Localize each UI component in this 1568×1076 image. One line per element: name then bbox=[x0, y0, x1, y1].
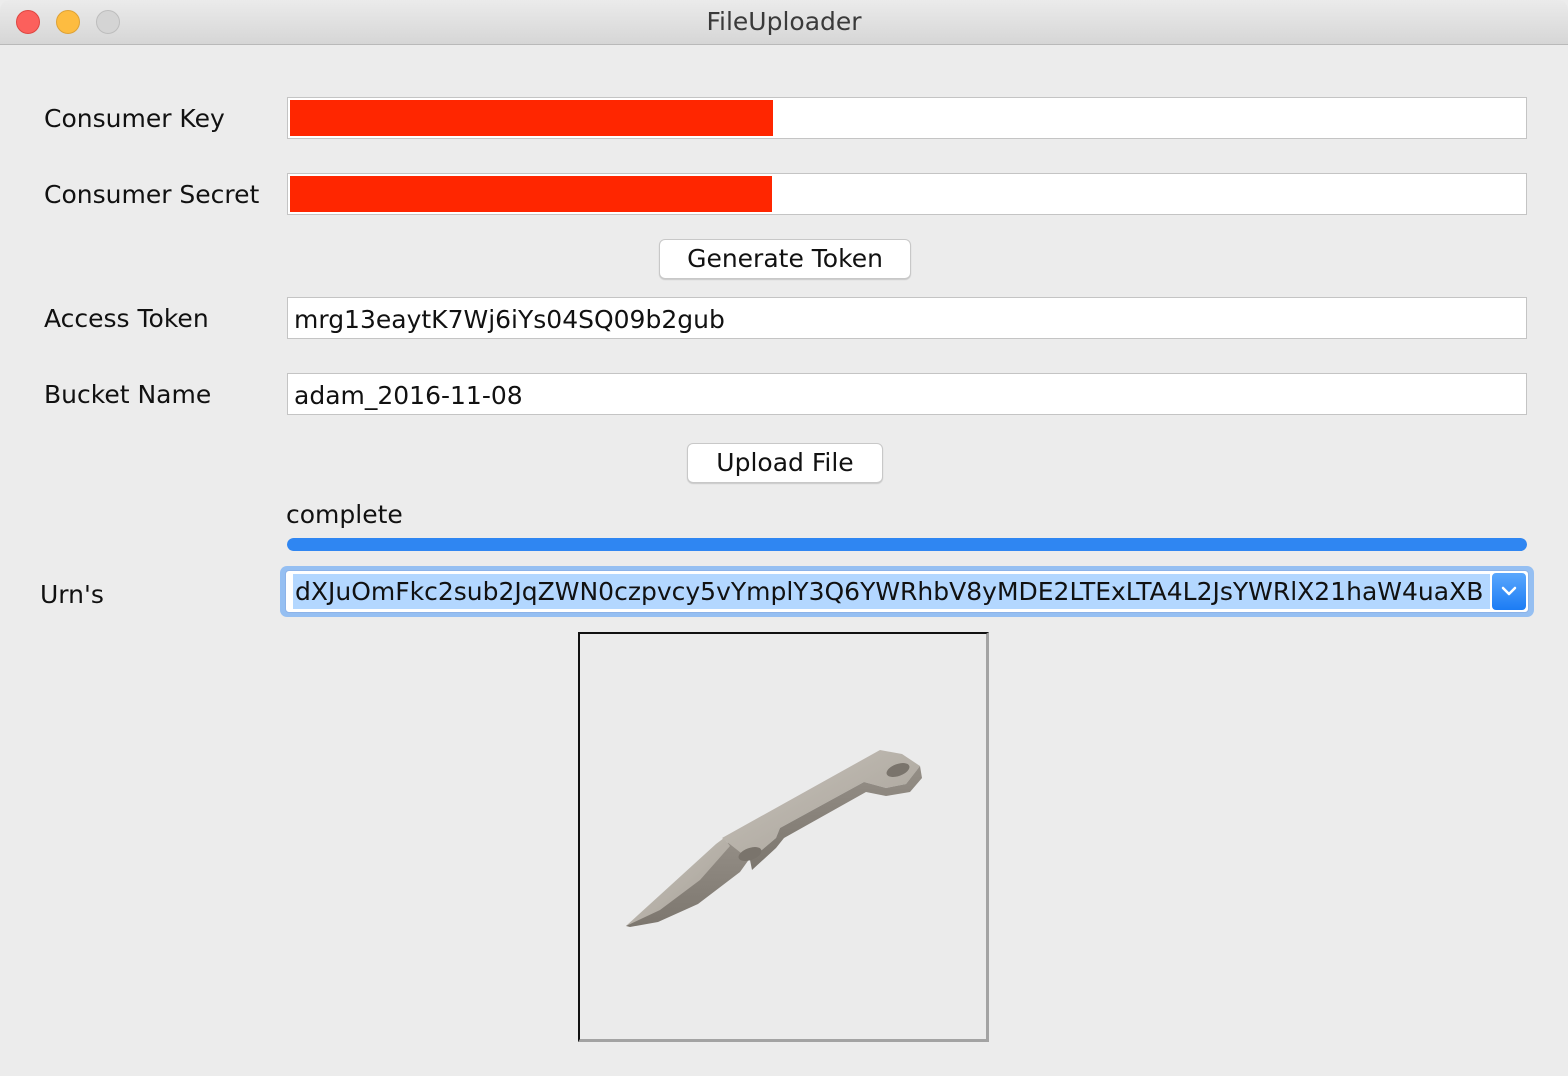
urns-label: Urn's bbox=[40, 580, 104, 609]
urn-select[interactable]: dXJuOmFkc2sub2JqZWN0czpvcy5vYmplY3Q6YWRh… bbox=[285, 570, 1529, 613]
bucket-name-label: Bucket Name bbox=[44, 380, 212, 409]
redacted-value bbox=[290, 100, 773, 136]
consumer-key-label: Consumer Key bbox=[44, 104, 225, 133]
chevron-down-icon bbox=[1501, 586, 1517, 596]
generate-token-button[interactable]: Generate Token bbox=[659, 239, 911, 279]
dropdown-button[interactable] bbox=[1492, 573, 1526, 610]
upload-file-button[interactable]: Upload File bbox=[687, 443, 883, 483]
access-token-field[interactable]: mrg13eaytK7Wj6iYs04SQ09b2gub bbox=[287, 297, 1527, 339]
urn-selected-value: dXJuOmFkc2sub2JqZWN0czpvcy5vYmplY3Q6YWRh… bbox=[295, 577, 1484, 606]
upload-progress-bar bbox=[287, 538, 1527, 551]
access-token-label: Access Token bbox=[44, 304, 209, 333]
window-title: FileUploader bbox=[706, 7, 862, 36]
consumer-secret-label: Consumer Secret bbox=[44, 180, 260, 209]
status-text: complete bbox=[286, 500, 403, 529]
blade-model-icon bbox=[626, 750, 922, 927]
file-uploader-window: FileUploader Consumer Key Consumer Secre… bbox=[0, 0, 1568, 1076]
redacted-value bbox=[290, 176, 772, 212]
consumer-key-field[interactable] bbox=[287, 97, 1527, 139]
model-viewer[interactable] bbox=[578, 632, 989, 1042]
urn-selected-text-highlight: dXJuOmFkc2sub2JqZWN0czpvcy5vYmplY3Q6YWRh… bbox=[293, 574, 1490, 609]
bucket-name-field[interactable]: adam_2016-11-08 bbox=[287, 373, 1527, 415]
access-token-value: mrg13eaytK7Wj6iYs04SQ09b2gub bbox=[294, 305, 725, 334]
consumer-secret-field[interactable] bbox=[287, 173, 1527, 215]
title-bar: FileUploader bbox=[0, 0, 1568, 45]
upload-progress-fill bbox=[287, 538, 1527, 551]
bucket-name-value: adam_2016-11-08 bbox=[294, 381, 523, 410]
